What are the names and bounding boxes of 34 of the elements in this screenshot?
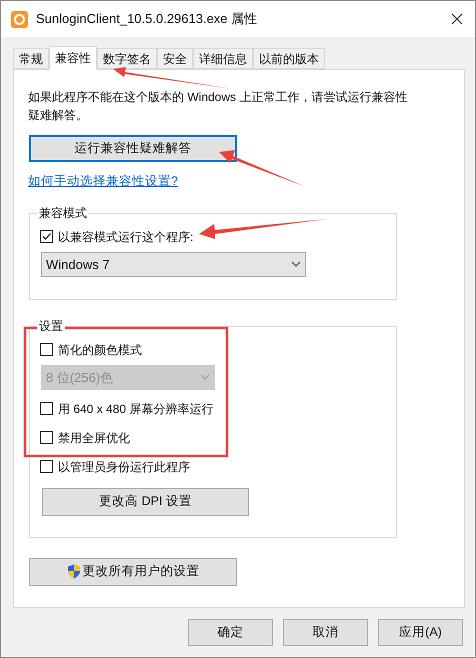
help-link[interactable]: 如何手动选择兼容性设置? (28, 172, 178, 191)
checkbox[interactable] (40, 431, 53, 444)
group-title: 兼容模式 (37, 204, 89, 221)
dropdown[interactable]: Windows 7 (41, 252, 306, 277)
troubleshoot-button[interactable]: 运行兼容性疑难解答 (29, 135, 237, 162)
checkbox-option[interactable]: 以兼容模式运行这个程序: (40, 226, 194, 247)
chevron-down-icon (291, 261, 301, 268)
checkbox[interactable] (40, 343, 53, 356)
check-icon (41, 231, 52, 242)
group-title: 设置 (37, 318, 65, 334)
checkbox[interactable] (40, 460, 53, 474)
dialog-button[interactable]: 取消 (283, 619, 368, 646)
checkbox-option[interactable]: 以管理员身份运行此程序 (40, 456, 190, 477)
checkbox-option[interactable]: 简化的颜色模式 (40, 340, 142, 360)
intro-text: 如果此程序不能在这个版本的 Windows 上正常工作，请尝试运行兼容性疑难解答。 (28, 89, 408, 124)
tab[interactable]: 常规 (13, 48, 49, 69)
tab[interactable]: 兼容性 (49, 46, 97, 70)
checkbox-option[interactable]: 用 640 x 480 屏幕分辨率运行 (40, 398, 214, 419)
tab[interactable]: 详细信息 (193, 48, 253, 69)
window-title: SunloginClient_10.5.0.29613.exe 属性 (36, 10, 258, 28)
app-icon (11, 10, 28, 28)
checkbox[interactable] (40, 230, 53, 244)
all-users-settings-button[interactable]: 更改所有用户的设置 (29, 558, 237, 586)
tab[interactable]: 安全 (157, 48, 193, 69)
shield-icon (66, 564, 80, 580)
tab[interactable]: 数字签名 (97, 48, 157, 69)
dpi-settings-button[interactable]: 更改高 DPI 设置 (42, 488, 249, 516)
dialog-button[interactable]: 应用(A) (378, 619, 463, 646)
checkbox[interactable] (40, 402, 53, 416)
tab[interactable]: 以前的版本 (253, 48, 325, 69)
chevron-down-icon (200, 374, 210, 380)
checkbox-option[interactable]: 禁用全屏优化 (40, 428, 130, 448)
close-icon[interactable] (451, 13, 463, 25)
dialog-button[interactable]: 确定 (188, 619, 273, 646)
